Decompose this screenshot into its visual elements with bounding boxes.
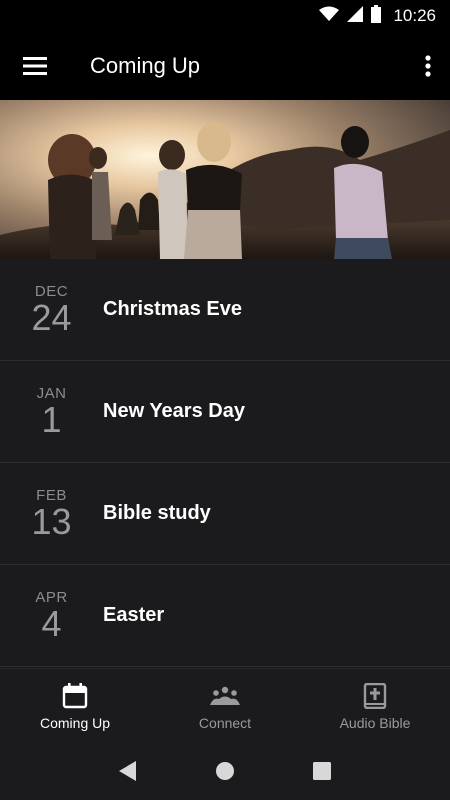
nav-coming-up[interactable]: Coming Up (0, 669, 150, 747)
event-date: DEC 24 (0, 283, 103, 338)
event-name: Christmas Eve (103, 298, 242, 320)
event-date: JAN 1 (0, 385, 103, 440)
more-vert-icon (425, 55, 431, 77)
app-bar: Coming Up (0, 32, 450, 100)
nav-label: Coming Up (39, 715, 111, 731)
nav-label: Audio Bible (339, 715, 411, 731)
event-row[interactable]: JAN 1 New Years Day (0, 361, 450, 463)
event-day: 1 (41, 398, 62, 440)
recents-button[interactable] (312, 761, 332, 786)
home-circle-icon (215, 761, 234, 780)
event-name: Bible study (103, 502, 211, 524)
nav-audio-bible[interactable]: Audio Bible (300, 669, 450, 747)
status-time: 10:26 (393, 6, 436, 25)
event-date: FEB 13 (0, 487, 103, 542)
event-date: APR 4 (0, 589, 103, 644)
page-title: Coming Up (90, 53, 201, 78)
wifi-icon (319, 6, 340, 27)
overflow-menu-button[interactable] (406, 32, 450, 100)
home-button[interactable] (215, 761, 235, 786)
event-name: Easter (103, 604, 165, 626)
people-icon (210, 686, 240, 705)
nav-label: Connect (198, 715, 252, 731)
event-day: 24 (31, 296, 72, 338)
signal-icon (347, 5, 364, 27)
hero-image (0, 100, 450, 259)
recents-square-icon (312, 761, 331, 780)
event-row[interactable]: DEC 24 Christmas Eve (0, 259, 450, 361)
menu-button[interactable] (0, 32, 70, 100)
bible-icon (363, 683, 387, 709)
events-list: DEC 24 Christmas Eve JAN 1 New Years Day… (0, 259, 450, 667)
system-navigation-bar (0, 746, 450, 800)
event-name: New Years Day (103, 400, 245, 422)
back-triangle-icon (119, 760, 137, 781)
battery-icon (371, 4, 382, 28)
calendar-icon (62, 683, 88, 709)
hamburger-menu-icon (23, 57, 47, 75)
status-bar: 10:26 (0, 0, 450, 32)
event-row[interactable]: APR 4 Easter (0, 565, 450, 667)
back-button[interactable] (118, 760, 138, 787)
event-day: 4 (41, 602, 62, 644)
bottom-navigation: Coming Up Connect Audio Bible (0, 668, 450, 747)
event-day: 13 (31, 500, 72, 542)
nav-connect[interactable]: Connect (150, 669, 300, 747)
event-row[interactable]: FEB 13 Bible study (0, 463, 450, 565)
